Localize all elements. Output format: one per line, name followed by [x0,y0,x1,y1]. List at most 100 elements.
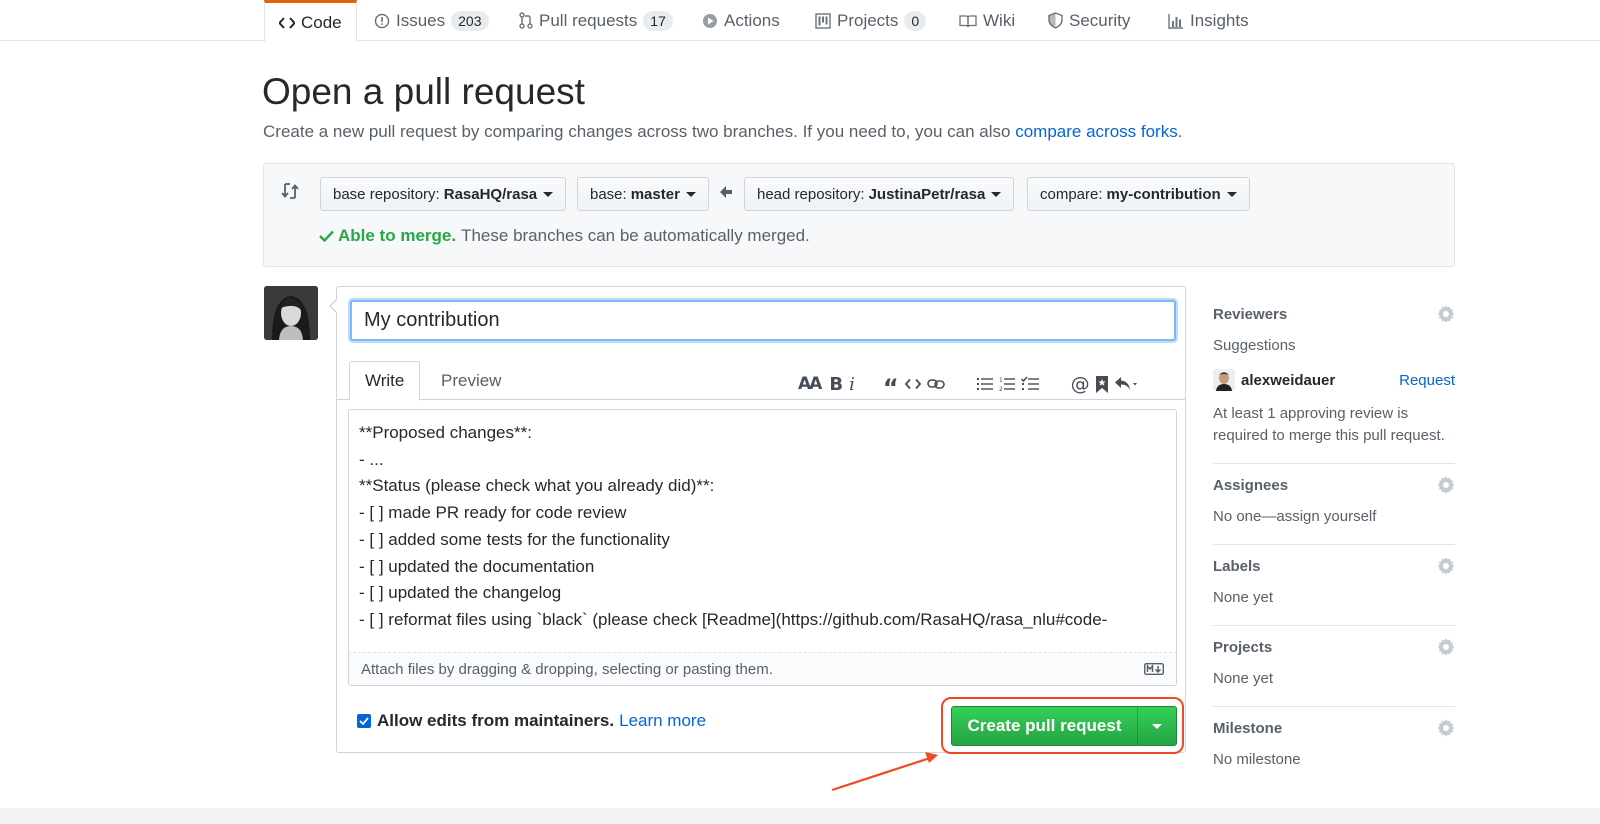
chevron-down-icon [1152,723,1162,729]
merge-ok-text: Able to merge. [338,226,457,245]
tab-insights[interactable]: Insights [1168,0,1249,41]
tab-insights-label: Insights [1190,10,1249,30]
allow-edits-checkbox[interactable] [357,714,371,728]
tab-preview[interactable]: Preview [426,361,516,401]
tab-write[interactable]: Write [349,361,421,401]
markdown-icon[interactable] [1144,663,1164,675]
gear-icon[interactable] [1437,305,1455,323]
create-pull-request-button[interactable]: Create pull request [952,707,1138,745]
gear-icon[interactable] [1437,557,1455,575]
tab-actions[interactable]: Actions [702,0,780,41]
body-line: **Status (please check what you already … [359,476,715,496]
issue-icon [374,13,390,29]
tab-projects[interactable]: Projects 0 [815,0,927,41]
bold-icon[interactable]: B [829,374,843,395]
compare-branch-select[interactable]: compare: my-contribution [1027,177,1250,211]
gear-icon[interactable] [1437,638,1455,656]
svg-text:1: 1 [999,377,1003,384]
reply-icon[interactable] [1114,376,1140,392]
reviewers-heading[interactable]: Reviewers [1213,305,1455,323]
code-icon[interactable] [904,378,921,390]
page-title: Open a pull request [262,71,585,112]
book-icon [959,14,977,28]
tab-wiki[interactable]: Wiki [959,0,1015,41]
chevron-down-icon [991,191,1002,197]
tab-actions-label: Actions [724,10,780,30]
body-line: - ... [359,449,384,469]
quote-icon[interactable]: “ [883,376,899,400]
create-options-dropdown[interactable] [1138,707,1176,745]
sidebar-milestone: Milestone No milestone [1213,707,1455,787]
reviewer-avatar [1213,369,1235,391]
base-repository-select[interactable]: base repository: RasaHQ/rasa [320,177,567,211]
reviewer-suggestion-row: alexweidauer Request [1213,369,1455,391]
tab-wiki-label: Wiki [983,10,1016,30]
compare-across-forks-link[interactable]: compare across forks [1015,122,1178,141]
assignees-heading[interactable]: Assignees [1213,476,1455,494]
markdown-toolbar: AA B i “ 12 @ [795,373,1143,400]
base-branch-select[interactable]: base: master [577,177,709,211]
compare-range-box: base repository: RasaHQ/rasa base: maste… [263,163,1455,267]
task-list-icon[interactable] [1020,376,1039,392]
page-description-suffix: . [1177,122,1183,141]
learn-more-link[interactable]: Learn more [619,711,706,731]
repo-nav: Code Issues 203 Pull requests 17 Actions… [0,0,1600,42]
arrow-left-icon [719,185,733,204]
request-review-link[interactable]: Request [1399,372,1455,389]
check-icon [319,230,334,242]
tab-issues[interactable]: Issues 203 [374,0,489,41]
link-icon[interactable] [926,378,945,390]
graph-icon [1168,13,1184,29]
sidebar-assignees: Assignees No one—assign yourself [1213,464,1455,545]
bookmark-icon[interactable] [1095,375,1108,393]
body-line: - [ ] updated the documentation [359,556,595,576]
pr-body-textarea[interactable]: **Proposed changes**: - ... **Status (plea… [348,409,1177,652]
attach-text: Attach files by dragging & dropping, sel… [361,660,773,678]
pr-title-input[interactable]: My contribution [350,300,1176,341]
base-repository-label: base repository: [333,185,440,203]
gear-icon[interactable] [1437,476,1455,494]
projects-title: Projects [1213,638,1273,656]
allow-edits-row: Allow edits from maintainers. Learn more [357,711,706,731]
compare-arrows-icon [281,181,299,206]
text-size-icon[interactable]: AA [798,374,822,394]
labels-heading[interactable]: Labels [1213,557,1455,575]
tab-security[interactable]: Security [1048,0,1130,41]
head-repository-select[interactable]: head repository: JustinaPetr/rasa [744,177,1015,211]
code-icon [279,16,295,30]
tab-security-label: Security [1069,10,1131,30]
mention-icon[interactable]: @ [1071,373,1090,395]
pull-request-icon [519,12,533,29]
sidebar-reviewers: Reviewers Suggestions alexweidauer Reque… [1213,293,1455,464]
projects-heading[interactable]: Projects [1213,638,1455,656]
reviewers-title: Reviewers [1213,305,1288,323]
unordered-list-icon[interactable] [976,377,993,391]
svg-text:2: 2 [999,386,1003,392]
gear-icon[interactable] [1437,719,1455,737]
milestone-heading[interactable]: Milestone [1213,719,1455,737]
avatar[interactable] [264,286,318,340]
milestone-value: No milestone [1213,751,1301,768]
labels-title: Labels [1213,557,1261,575]
merge-status-message: These branches can be automatically merg… [461,226,810,245]
allow-edits-label[interactable]: Allow edits from maintainers. [377,711,614,731]
ordered-list-icon[interactable]: 12 [999,376,1015,392]
issues-count-badge: 203 [451,10,489,31]
project-icon [815,12,831,29]
reviewer-user[interactable]: alexweidauer [1213,369,1335,391]
tab-code[interactable]: Code [264,0,357,42]
sidebar-labels: Labels None yet [1213,545,1455,626]
reviewers-suggestions-label: Suggestions [1213,337,1296,354]
file-attach-bar[interactable]: Attach files by dragging & dropping, sel… [348,652,1177,686]
body-line: - [ ] reformat files using `black` (plea… [359,609,1108,629]
compare-branch-label: compare: [1040,185,1103,203]
tab-pull-requests[interactable]: Pull requests 17 [519,0,673,41]
italic-icon[interactable]: i [849,374,855,395]
tab-issues-label: Issues [396,10,446,30]
pull-requests-count-badge: 17 [643,10,673,31]
assignees-value[interactable]: No one—assign yourself [1213,506,1455,528]
reviewer-username: alexweidauer [1241,371,1336,389]
chevron-down-icon [543,191,554,197]
merge-status: Able to merge. These branches can be aut… [319,226,810,246]
tab-projects-label: Projects [837,10,899,30]
